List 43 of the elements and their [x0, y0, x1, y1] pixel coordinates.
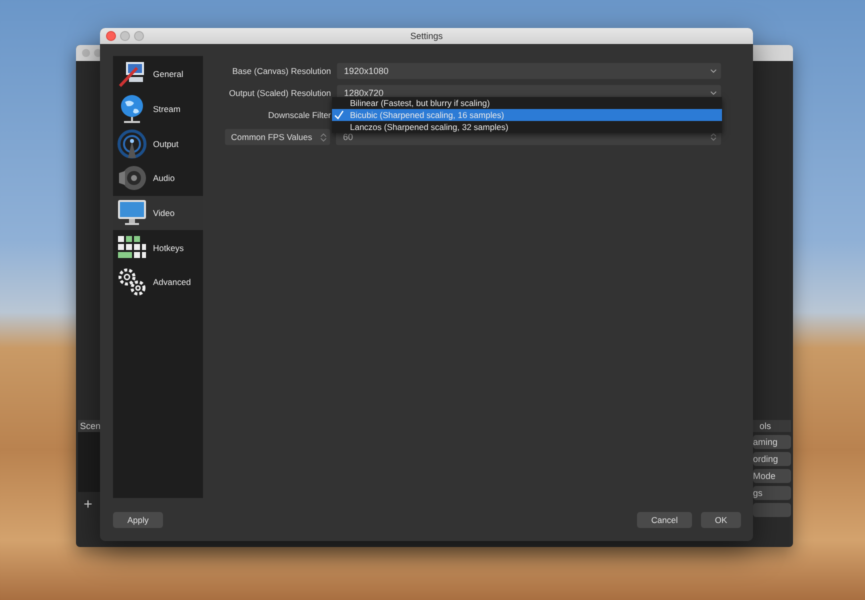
menu-item[interactable]: Bicubic (Sharpened scaling, 16 samples) — [332, 109, 722, 121]
sidebar-label: Stream — [153, 104, 180, 114]
sidebar-item[interactable]: Output — [113, 126, 203, 162]
sidebar-item[interactable]: Stream — [113, 92, 203, 126]
panel-header: ols — [753, 420, 791, 432]
sidebar-item[interactable]: Video — [113, 196, 203, 230]
minimize-icon[interactable] — [120, 31, 130, 41]
zoom-icon[interactable] — [134, 31, 144, 41]
control-button[interactable] — [753, 503, 791, 517]
fps-type-selector[interactable]: Common FPS Values — [225, 129, 330, 145]
chevron-down-icon — [710, 89, 717, 97]
field-label: Downscale Filter — [267, 110, 331, 120]
cancel-button[interactable]: Cancel — [637, 512, 692, 528]
up-down-icon — [320, 132, 327, 142]
apply-button[interactable]: Apply — [113, 512, 163, 528]
sidebar-label: Video — [153, 208, 175, 218]
control-button[interactable]: aming — [753, 435, 791, 449]
gears-icon — [117, 267, 147, 298]
sidebar-label: Audio — [153, 173, 175, 184]
sidebar-label: Output — [153, 138, 179, 149]
control-button[interactable]: ording — [753, 452, 791, 466]
sidebar-label: Advanced — [153, 277, 191, 288]
sidebar-label: General — [153, 69, 184, 80]
sidebar-item[interactable]: Hotkeys — [113, 230, 203, 266]
chevron-down-icon — [710, 67, 717, 75]
up-down-icon — [710, 133, 717, 141]
sidebar-item[interactable]: Audio — [113, 161, 203, 196]
control-button[interactable]: Mode — [753, 469, 791, 483]
sidebar-label: Hotkeys — [153, 242, 184, 253]
field-label: Base (Canvas) Resolution — [231, 66, 331, 76]
window-title: Settings — [410, 31, 443, 41]
ok-button[interactable]: OK — [701, 512, 741, 528]
sidebar-item[interactable]: Advanced — [113, 265, 203, 300]
checkmark-icon — [334, 110, 344, 120]
close-icon[interactable] — [106, 31, 116, 41]
panel-header: Scen — [78, 420, 100, 432]
control-button[interactable]: gs — [753, 486, 791, 500]
scene-list — [78, 432, 100, 492]
field-label: Output (Scaled) Resolution — [228, 88, 331, 98]
broadcast-icon — [117, 128, 147, 159]
computer-wrench-icon — [117, 59, 147, 90]
dropdown-field[interactable]: 1920x1080 — [337, 63, 721, 79]
sidebar-item[interactable]: General — [113, 57, 203, 92]
